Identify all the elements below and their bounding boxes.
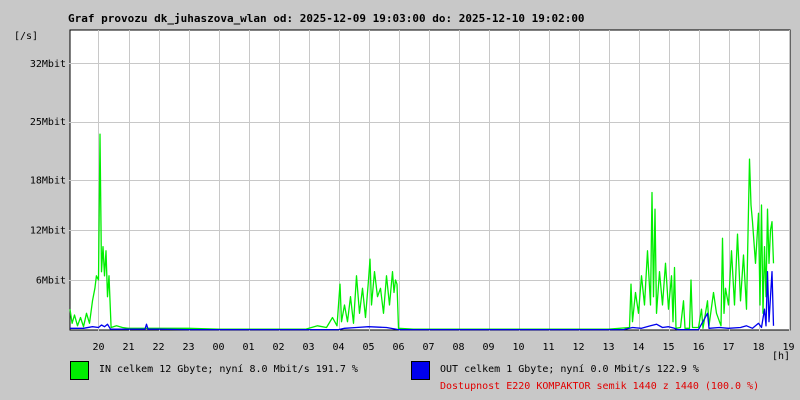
x-tick-label: 18	[752, 342, 764, 353]
x-tick-label: 09	[482, 342, 494, 353]
x-axis-unit: [h]	[772, 351, 791, 362]
y-tick-label: 25Mbit	[30, 117, 66, 128]
x-tick-label: 05	[362, 342, 374, 353]
x-axis-labels: 20 21 22 23 00 01 02 03 04 05 06 07 08 09 10 11 12 13 14 15…	[92, 342, 794, 353]
y-tick-label: 18Mbit	[30, 176, 66, 187]
x-tick-label: 12	[572, 342, 584, 353]
x-tick-label: 16	[692, 342, 704, 353]
y-tick-label: 12Mbit	[30, 226, 66, 237]
x-tick-label: 17	[722, 342, 734, 353]
y-tick-label: 6Mbit	[36, 276, 66, 287]
availability-note: Dostupnost E220 KOMPAKTOR semik 1440 z 1…	[440, 381, 760, 392]
legend-out-swatch	[411, 361, 430, 380]
x-tick-label: 00	[212, 342, 224, 353]
legend-in-text: IN celkem 12 Gbyte; nyní 8.0 Mbit/s 191.…	[99, 364, 358, 375]
x-tick-label: 06	[392, 342, 404, 353]
traffic-chart: 6Mbit 12Mbit 18Mbit 25Mbit 32Mbit 20 21 22 23 00…	[30, 29, 795, 353]
y-tick-label: 32Mbit	[30, 59, 66, 70]
chart-title: Graf provozu dk_juhaszova_wlan od: 2025-…	[68, 12, 585, 25]
x-tick-label: 20	[92, 342, 104, 353]
y-axis-labels: 6Mbit 12Mbit 18Mbit 25Mbit 32Mbit	[30, 59, 66, 287]
x-tick-label: 02	[272, 342, 284, 353]
x-tick-label: 01	[242, 342, 254, 353]
x-tick-label: 08	[452, 342, 464, 353]
legend-out-text: OUT celkem 1 Gbyte; nyní 0.0 Mbit/s 122.…	[440, 364, 699, 375]
x-tick-label: 23	[182, 342, 194, 353]
x-tick-label: 07	[422, 342, 434, 353]
x-tick-label: 14	[632, 342, 644, 353]
x-tick-label: 21	[122, 342, 134, 353]
x-tick-label: 22	[152, 342, 164, 353]
legend-in-swatch	[70, 361, 89, 380]
x-tick-label: 04	[332, 342, 344, 353]
x-tick-label: 03	[302, 342, 314, 353]
x-tick-label: 11	[542, 342, 554, 353]
y-axis-unit: [/s]	[14, 31, 39, 42]
x-tick-label: 10	[512, 342, 524, 353]
x-tick-label: 13	[602, 342, 614, 353]
x-tick-label: 15	[662, 342, 674, 353]
